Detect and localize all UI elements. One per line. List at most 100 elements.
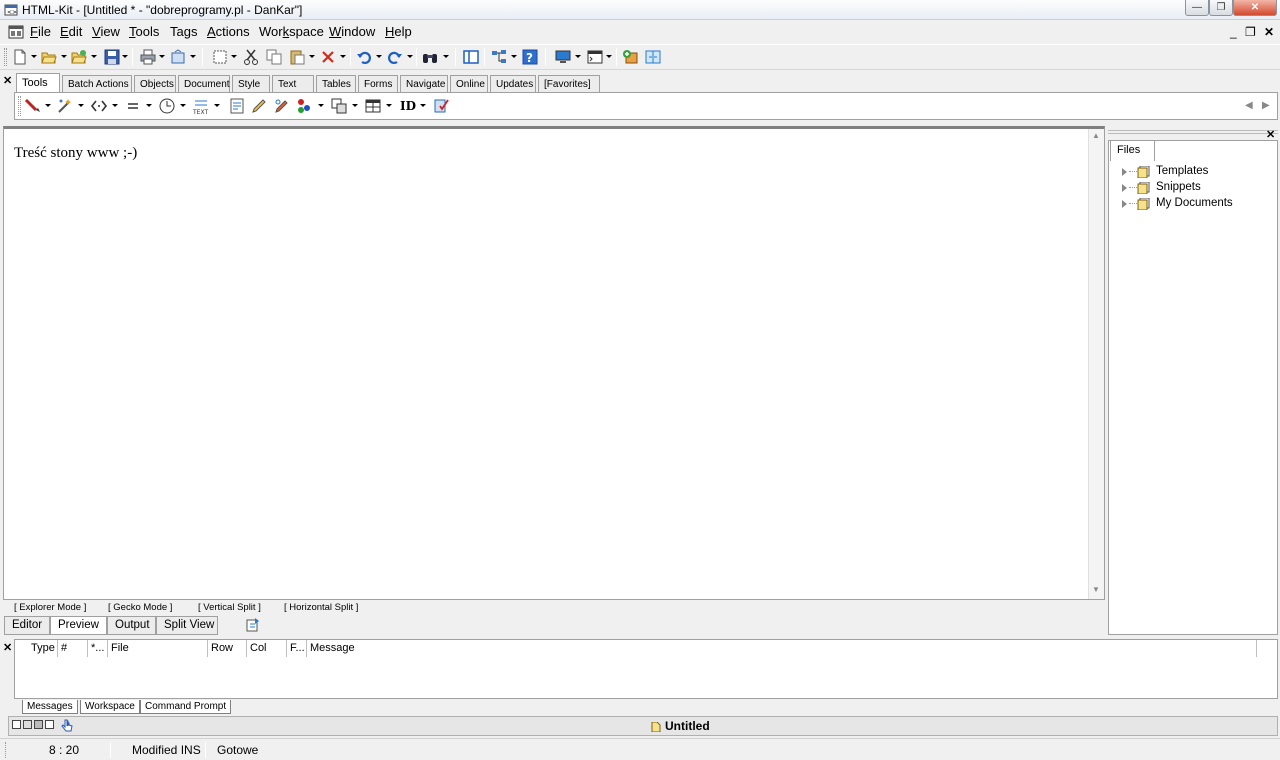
window-console-icon[interactable] [587,49,603,65]
menu-workspace[interactable]: Workspace [259,24,324,39]
delete-dropdown-arrow[interactable] [340,55,346,58]
column-header[interactable]: Message [307,640,1257,657]
code-dropdown-arrow[interactable] [112,104,118,107]
equals-icon[interactable] [124,97,142,115]
undo-dropdown-arrow[interactable] [376,55,382,58]
column-header[interactable]: *... [88,640,108,657]
help-icon[interactable]: ? [522,49,538,65]
column-header[interactable]: Col [247,640,287,657]
tile-icon[interactable] [12,720,21,729]
plugins-add-icon[interactable] [622,49,638,65]
colors-dropdown-arrow[interactable] [318,104,324,107]
select-dropdown-arrow[interactable] [231,55,237,58]
menu-tools[interactable]: Tools [129,24,159,39]
monitor-dropdown-arrow[interactable] [575,55,581,58]
editor-vertical-scrollbar[interactable]: ▲ ▼ [1088,129,1104,599]
tree-item-templates[interactable]: Templates [1156,165,1208,177]
mdi-close-button[interactable]: ✕ [1264,25,1274,39]
tools-row-grip[interactable] [18,96,21,116]
menu-window[interactable]: Window [329,24,375,39]
files-pane-close-icon[interactable]: ✕ [1266,127,1275,141]
editor-content[interactable]: Treść stony www ;-) [14,145,137,162]
tree-expander-icon[interactable] [1122,168,1127,176]
maximize-button[interactable]: ❐ [1209,0,1233,16]
copy-icon[interactable] [266,49,282,65]
tab-batch-actions[interactable]: Batch Actions [62,75,132,92]
undo-icon[interactable] [356,49,372,65]
tab-tools[interactable]: Tools [16,73,60,93]
print-dropdown-arrow[interactable] [159,55,165,58]
print-icon[interactable] [140,49,156,65]
scroll-down-icon[interactable]: ▼ [1092,585,1100,594]
tab-online[interactable]: Online [450,75,488,92]
scroll-right-icon[interactable]: ▶ [1262,100,1270,111]
paste-icon[interactable] [289,49,305,65]
minimize-button[interactable]: — [1185,0,1209,16]
mode-link-2[interactable]: [ Vertical Split ] [198,602,261,613]
forms-icon[interactable] [330,97,348,115]
code-brackets-icon[interactable] [90,97,108,115]
scroll-up-icon[interactable]: ▲ [1092,131,1100,140]
arrange-icon[interactable] [45,720,54,729]
colors-icon[interactable] [296,97,314,115]
column-header[interactable]: Type [28,640,58,657]
id-button[interactable]: ID [400,99,416,113]
paste-dropdown-arrow[interactable] [309,55,315,58]
tab-tables[interactable]: Tables [316,75,356,92]
console-dropdown-arrow[interactable] [606,55,612,58]
save-dropdown-arrow[interactable] [122,55,128,58]
preview-refresh-icon[interactable] [245,617,261,633]
tab-objects[interactable]: Objects [134,75,176,92]
validate-icon[interactable] [432,97,450,115]
tab-updates[interactable]: Updates [490,75,536,92]
document-menu-icon[interactable] [8,25,24,39]
close-button[interactable]: ✕ [1233,0,1277,16]
layout-columns-icon[interactable] [463,49,479,65]
new-document-icon[interactable] [12,49,28,65]
menu-help[interactable]: Help [385,24,412,39]
redo-icon[interactable] [387,49,403,65]
tree-expander-icon[interactable] [1122,200,1127,208]
find-dropdown-arrow[interactable] [443,55,449,58]
select-all-icon[interactable] [212,49,228,65]
bottom-tab-messages[interactable]: Messages [22,700,78,714]
toolbar-grip[interactable] [4,48,7,66]
id-dropdown-arrow[interactable] [420,104,426,107]
mode-link-3[interactable]: [ Horizontal Split ] [284,602,358,613]
scroll-left-icon[interactable]: ◀ [1245,100,1253,111]
menu-tags[interactable]: Tags [170,24,197,39]
mdi-minimize-button[interactable]: _ [1230,25,1237,39]
view-tab-output[interactable]: Output [107,616,156,635]
tag-pen-icon[interactable] [24,97,42,115]
column-header[interactable]: # [58,640,88,657]
view-tab-editor[interactable]: Editor [4,616,50,635]
hand-pointer-icon[interactable] [60,719,74,733]
mode-link-1[interactable]: [ Gecko Mode ] [108,602,172,613]
tab-document[interactable]: Document [178,75,230,92]
column-header[interactable]: File [108,640,208,657]
messages-panel-close-icon[interactable]: ✕ [3,640,12,654]
tree-dropdown-arrow[interactable] [511,55,517,58]
bottom-tab-command-prompt[interactable]: Command Prompt [140,700,232,714]
page-info-icon[interactable] [228,97,246,115]
mdi-restore-button[interactable]: ❐ [1245,25,1256,39]
tree-expander-icon[interactable] [1122,184,1127,192]
redo-dropdown-arrow[interactable] [407,55,413,58]
menu-view[interactable]: View [92,24,120,39]
column-header[interactable]: Row [208,640,247,657]
clock-icon[interactable] [158,97,176,115]
tree-item-my-documents[interactable]: My Documents [1156,197,1233,209]
find-binoculars-icon[interactable] [422,49,438,65]
menu-actions[interactable]: Actions [207,24,250,39]
column-header[interactable]: F... [287,640,307,657]
tree-structure-icon[interactable] [491,49,507,65]
cascade-icon[interactable] [23,720,32,729]
mode-link-0[interactable]: [ Explorer Mode ] [14,602,86,613]
table-dropdown-arrow[interactable] [386,104,392,107]
cut-icon[interactable] [243,49,259,65]
minimize-all-icon[interactable] [34,720,43,729]
tree-item-snippets[interactable]: Snippets [1156,181,1201,193]
menu-file[interactable]: File [30,24,51,39]
view-tab-preview[interactable]: Preview [50,616,107,635]
tab-navigate[interactable]: Navigate [400,75,448,92]
